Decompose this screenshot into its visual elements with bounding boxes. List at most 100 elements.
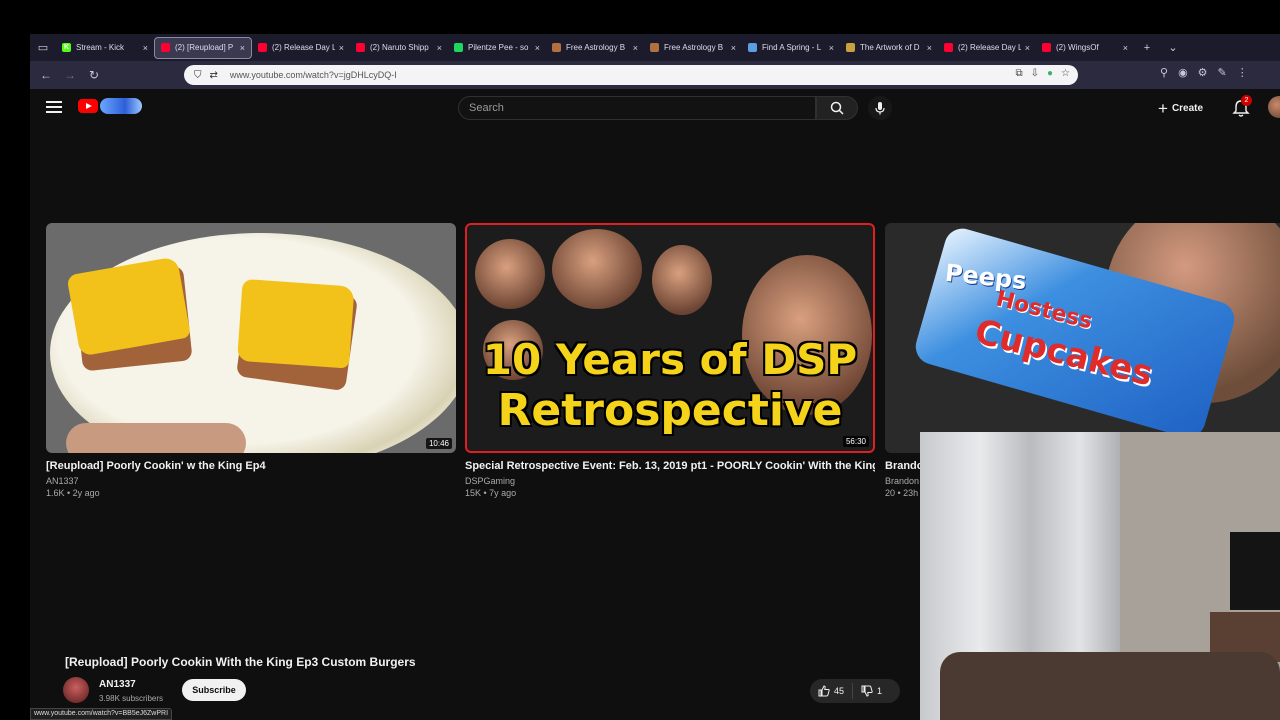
search-button[interactable] — [816, 96, 858, 120]
video-duration: 56:30 — [842, 436, 869, 447]
picture-in-picture-icon[interactable]: ⧉ — [1015, 68, 1022, 79]
webcam-overlay — [920, 432, 1280, 720]
menu-dots-icon[interactable]: ⋮ — [1237, 66, 1248, 79]
browser-tab[interactable]: (2) Naruto Shipp × — [350, 37, 448, 59]
extension-status-icon[interactable]: ● — [1047, 68, 1053, 79]
profile-icon[interactable]: ◉ — [1178, 66, 1188, 79]
voice-search-button[interactable] — [868, 96, 892, 120]
address-url[interactable]: www.youtube.com/watch?v=jgDHLcyDQ-I — [230, 70, 397, 80]
customize-icon[interactable]: ✎ — [1218, 66, 1227, 79]
browser-tab[interactable]: (2) [Reupload] P × — [154, 36, 252, 59]
youtube-icon — [258, 43, 267, 52]
youtube-logo-icon[interactable] — [78, 99, 98, 113]
account-avatar[interactable] — [1268, 96, 1280, 118]
plus-icon: + — [1158, 98, 1168, 118]
youtube-doodle[interactable] — [100, 98, 142, 114]
youtube-icon — [944, 43, 953, 52]
browser-window: ▭ K Stream - Kick × (2) [Reupload] P × (2) Re… — [30, 34, 1280, 720]
browser-tab[interactable]: (2) Release Day L × — [252, 37, 350, 59]
browser-tab[interactable]: Pilentze Pee - so × — [448, 37, 546, 59]
browser-tab[interactable]: K Stream - Kick × — [56, 37, 154, 59]
browser-tab[interactable]: Find A Spring - L × — [742, 37, 840, 59]
video-thumbnail[interactable]: Peeps Hostess Cupcakes — [885, 223, 1280, 453]
tab-title: (2) Release Day L — [272, 43, 335, 52]
tab-strip: ▭ K Stream - Kick × (2) [Reupload] P × (2) Re… — [30, 34, 1280, 61]
create-button[interactable]: + Create — [1158, 96, 1222, 120]
new-tab-button[interactable]: + — [1134, 37, 1160, 59]
youtube-icon — [356, 43, 365, 52]
youtube-icon — [1042, 43, 1051, 52]
back-button[interactable]: ← — [34, 64, 58, 86]
thumbs-down-icon — [861, 685, 873, 697]
tab-title: Free Astrology B — [664, 43, 724, 52]
close-tab-icon[interactable]: × — [437, 43, 442, 53]
close-tab-icon[interactable]: × — [829, 43, 834, 53]
close-tab-icon[interactable]: × — [1123, 43, 1128, 53]
search-box — [458, 96, 816, 120]
permissions-icon[interactable]: ⇄ — [210, 70, 218, 81]
channel-avatar[interactable] — [63, 677, 89, 703]
like-count: 45 — [834, 686, 845, 696]
youtube-masthead: + Create 2 — [30, 89, 1280, 127]
tab-actions-icon[interactable]: ▭ — [30, 37, 56, 59]
astrology-icon — [552, 43, 561, 52]
browser-tab[interactable]: (2) Release Day L × — [938, 37, 1036, 59]
close-tab-icon[interactable]: × — [535, 43, 540, 53]
browser-tab[interactable]: The Artwork of D × — [840, 37, 938, 59]
forward-button[interactable]: → — [58, 64, 82, 86]
subscriber-count: 3.98K subscribers — [99, 694, 164, 703]
tab-title: Pilentze Pee - so — [468, 43, 529, 52]
video-title[interactable]: [Reupload] Poorly Cookin' w the King Ep4 — [46, 460, 456, 472]
guide-menu-icon[interactable] — [44, 98, 64, 118]
site-info-icon[interactable]: ⛉ — [194, 70, 202, 81]
tab-title: (2) Naruto Shipp — [370, 43, 429, 52]
browser-tab[interactable]: Free Astrology B × — [644, 37, 742, 59]
webcam-couch — [940, 652, 1280, 720]
thumbnail-text: Retrospective — [497, 385, 843, 436]
tab-list: K Stream - Kick × (2) [Reupload] P × (2) Rele… — [56, 36, 1134, 59]
close-tab-icon[interactable]: × — [339, 43, 344, 53]
video-thumbnail[interactable]: 10:46 — [46, 223, 456, 453]
address-bar[interactable]: ⛉ ⇄ www.youtube.com/watch?v=jgDHLcyDQ-I … — [184, 65, 1078, 85]
tab-title: (2) [Reupload] P — [175, 43, 234, 52]
watch-channel-name[interactable]: AN1337 — [99, 679, 136, 690]
extensions-puzzle-icon[interactable]: ⚙ — [1198, 66, 1208, 79]
thumbnail-sandwich — [66, 256, 193, 372]
related-video-card[interactable]: 10 Years of DSP Retrospective 56:30 Spec… — [465, 223, 875, 498]
tab-title: (2) Release Day L — [958, 43, 1021, 52]
thumbnail-face — [652, 245, 712, 315]
close-tab-icon[interactable]: × — [927, 43, 932, 53]
bookmark-star-icon[interactable]: ☆ — [1061, 68, 1070, 79]
browser-tab[interactable]: (2) WingsOf × — [1036, 37, 1134, 59]
video-title[interactable]: Special Retrospective Event: Feb. 13, 20… — [465, 460, 875, 472]
create-label: Create — [1171, 102, 1204, 114]
tab-search-icon[interactable]: ⌄ — [1160, 37, 1186, 59]
install-icon[interactable]: ⇩ — [1031, 68, 1039, 79]
tab-title: The Artwork of D — [860, 43, 920, 52]
omnibox-actions: ⧉ ⇩ ● ☆ — [1015, 68, 1070, 79]
reload-button[interactable]: ↻ — [82, 64, 106, 86]
extension-icon[interactable]: ⚲ — [1160, 66, 1168, 79]
tab-title: (2) WingsOf — [1056, 43, 1099, 52]
close-tab-icon[interactable]: × — [633, 43, 638, 53]
thumbnail-face — [552, 229, 642, 309]
channel-name[interactable]: DSPGaming — [465, 476, 875, 486]
subscribe-button[interactable]: Subscribe — [182, 679, 246, 701]
like-button[interactable]: 45 — [810, 679, 852, 703]
video-meta: 15K • 7y ago — [465, 488, 517, 498]
related-video-card[interactable]: 10:46 [Reupload] Poorly Cookin' w the Ki… — [46, 223, 456, 498]
browser-tab[interactable]: Free Astrology B × — [546, 37, 644, 59]
toolbar-icons: ⚲ ◉ ⚙ ✎ ⋮ — [1160, 66, 1248, 79]
close-tab-icon[interactable]: × — [143, 43, 148, 53]
search-input[interactable] — [469, 97, 799, 119]
dislike-button[interactable]: 1 — [853, 679, 890, 703]
close-tab-icon[interactable]: × — [1025, 43, 1030, 53]
link-status-bar: www.youtube.com/watch?v=BB5eJ6ZwPRI — [30, 708, 173, 720]
channel-name[interactable]: AN1337 — [46, 476, 456, 486]
thumbnail-text: 10 Years of DSP — [482, 335, 858, 384]
close-tab-icon[interactable]: × — [240, 43, 245, 53]
close-tab-icon[interactable]: × — [731, 43, 736, 53]
spotify-icon — [454, 43, 463, 52]
microphone-icon — [875, 102, 885, 115]
video-thumbnail[interactable]: 10 Years of DSP Retrospective 56:30 — [465, 223, 875, 453]
